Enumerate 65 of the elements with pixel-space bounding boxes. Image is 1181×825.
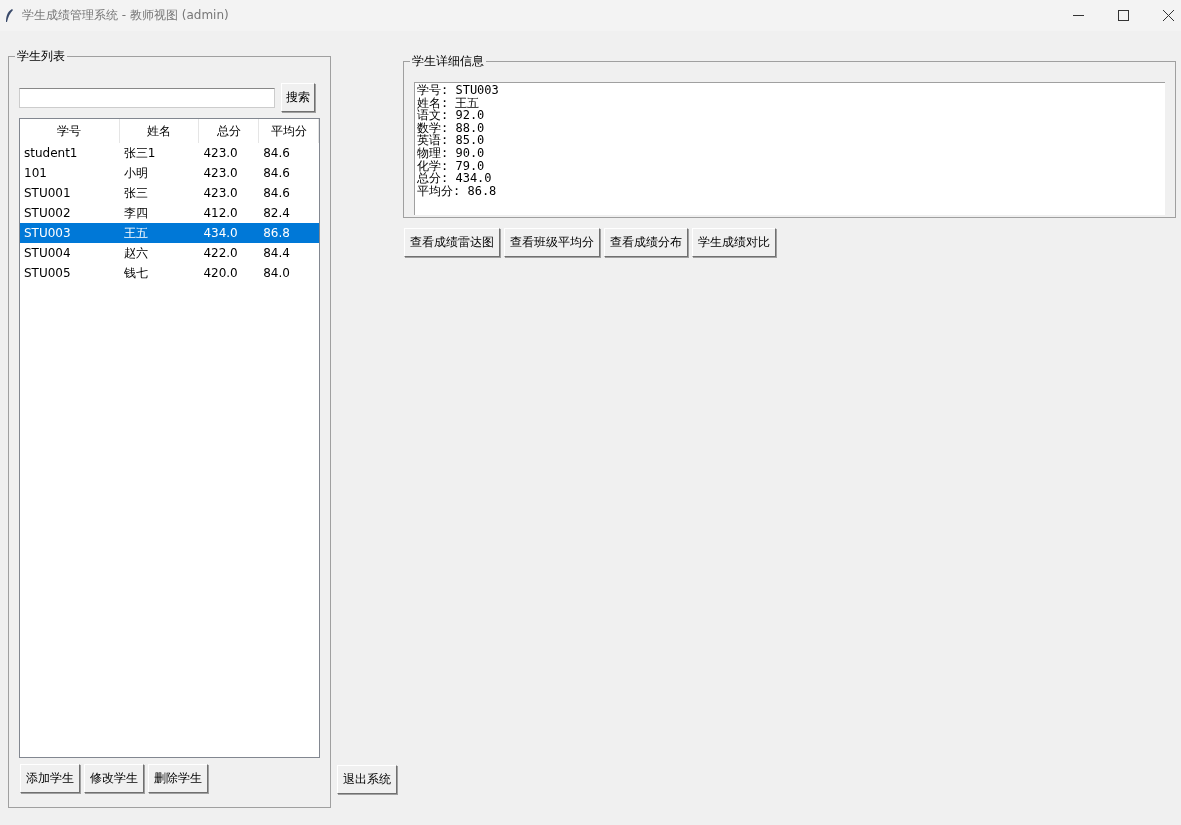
table-cell-text: 84.0 [262, 266, 291, 280]
chart-button[interactable]: 查看成绩雷达图 [404, 228, 500, 257]
close-icon[interactable] [1163, 10, 1174, 21]
table-cell-text: 82.4 [262, 206, 291, 220]
table-cell-text: STU001 [23, 186, 72, 200]
detail-line: 语文: 92.0 [417, 109, 486, 122]
detail-line: 学号: STU003 [417, 84, 500, 97]
chart-button[interactable]: 查看成绩分布 [604, 228, 688, 257]
column-header[interactable]: 姓名 [119, 119, 200, 143]
window-title: 学生成绩管理系统 - 教师视图 (admin) [22, 7, 229, 24]
chart-button[interactable]: 查看班级平均分 [504, 228, 600, 257]
detail-line: 总分: 434.0 [417, 172, 493, 185]
table-cell-text: 小明 [122, 164, 149, 182]
action-button[interactable]: 修改学生 [84, 764, 144, 793]
table-row[interactable]: STU002 李四 412.0 82.4 [20, 203, 319, 223]
table-cell-text: 420.0 [202, 266, 239, 280]
detail-line: 姓名: 王五 [417, 96, 481, 110]
table-cell-text: 84.6 [262, 146, 291, 160]
search-field[interactable] [19, 87, 275, 108]
table-cell-text: STU002 [23, 206, 72, 220]
detail-line: 英语: 85.0 [417, 134, 486, 147]
panel-title: 学生列表 [16, 48, 66, 65]
table-row[interactable]: STU005 钱七 420.0 84.0 [20, 263, 319, 283]
table-cell-text: 101 [23, 166, 48, 180]
table-cell-text: 423.0 [202, 186, 239, 200]
table-cell-text: STU003 [23, 226, 72, 240]
table-row[interactable]: STU004 赵六 422.0 84.4 [20, 243, 319, 263]
table-cell-text: 王五 [122, 224, 149, 242]
table-cell-text: 钱七 [122, 264, 149, 282]
table-cell-text: 86.8 [262, 226, 291, 240]
table-cell-text: STU005 [23, 266, 72, 280]
chart-button[interactable]: 学生成绩对比 [692, 228, 776, 257]
table-cell-text: 423.0 [202, 166, 239, 180]
table-cell-text: 84.4 [262, 246, 291, 260]
exit-button[interactable]: 退出系统 [337, 765, 397, 794]
details-text-area[interactable]: 学号: STU003 姓名: 王五 语文: 92.0 数学: 88.0 英语: 85.0 物理: 90.0 化学: 79.0 总分: 434.0 平均分: 86.8 [414, 82, 1165, 215]
table-cell-text: 赵六 [122, 244, 149, 262]
column-header[interactable]: 学号 [20, 119, 120, 143]
table-cell-text: 434.0 [202, 226, 239, 240]
table-row[interactable]: STU001 张三 423.0 84.6 [20, 183, 319, 203]
table-cell-text: 李四 [122, 204, 149, 222]
table-cell-text: 422.0 [202, 246, 239, 260]
detail-line: 化学: 79.0 [417, 159, 486, 173]
detail-line: 平均分: 86.8 [417, 184, 498, 198]
detail-line: 数学: 88.0 [417, 121, 486, 135]
table-cell-text: 423.0 [202, 146, 239, 160]
column-header[interactable]: 平均分 [259, 119, 319, 143]
table-cell-text: 84.6 [262, 166, 291, 180]
table-cell-text: 张三1 [122, 144, 157, 162]
table-row[interactable]: 101 小明 423.0 84.6 [20, 163, 319, 183]
detail-line: 物理: 90.0 [417, 146, 486, 160]
table-cell-text: student1 [23, 146, 79, 160]
feather-icon [4, 7, 14, 24]
action-button[interactable]: 删除学生 [148, 764, 208, 793]
maximize-icon[interactable] [1118, 10, 1129, 21]
table-cell-text: 84.6 [262, 186, 291, 200]
panel-title: 学生详细信息 [411, 53, 485, 70]
table-row[interactable]: student1 张三1 423.0 84.6 [20, 143, 319, 163]
table-cell-text: STU004 [23, 246, 72, 260]
table-cell-text: 412.0 [202, 206, 239, 220]
table-cell-text: 张三 [122, 184, 149, 202]
table-row[interactable]: STU003 王五 434.0 86.8 [20, 223, 319, 243]
action-button[interactable]: 添加学生 [20, 764, 80, 793]
search-button[interactable]: 搜索 [281, 83, 315, 112]
column-header[interactable]: 总分 [199, 119, 260, 143]
